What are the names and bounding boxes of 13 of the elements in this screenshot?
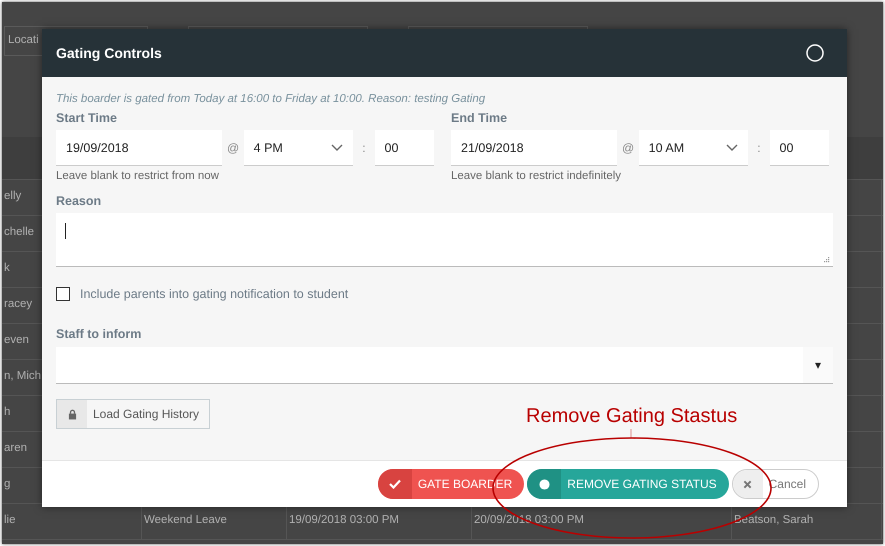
gating-notice: This boarder is gated from Today at 16:00 to Friday at 10:00. Reason: testing Gating: [56, 93, 486, 105]
colon: :: [756, 141, 762, 155]
dialog-title: Gating Controls: [56, 45, 162, 61]
annotation-text: Remove Gating Stastus: [526, 405, 738, 428]
field-hint: Leave blank to restrict indefinitely: [451, 170, 622, 182]
field-label: Staff to inform: [56, 327, 142, 341]
at-sign: @: [226, 141, 240, 155]
field-label: Start Time: [56, 111, 118, 125]
field-label: End Time: [451, 111, 508, 125]
colon: :: [361, 141, 367, 155]
at-sign: @: [620, 141, 636, 155]
field-label: Reason: [56, 194, 102, 208]
field-hint: Leave blank to restrict from now: [56, 170, 220, 182]
